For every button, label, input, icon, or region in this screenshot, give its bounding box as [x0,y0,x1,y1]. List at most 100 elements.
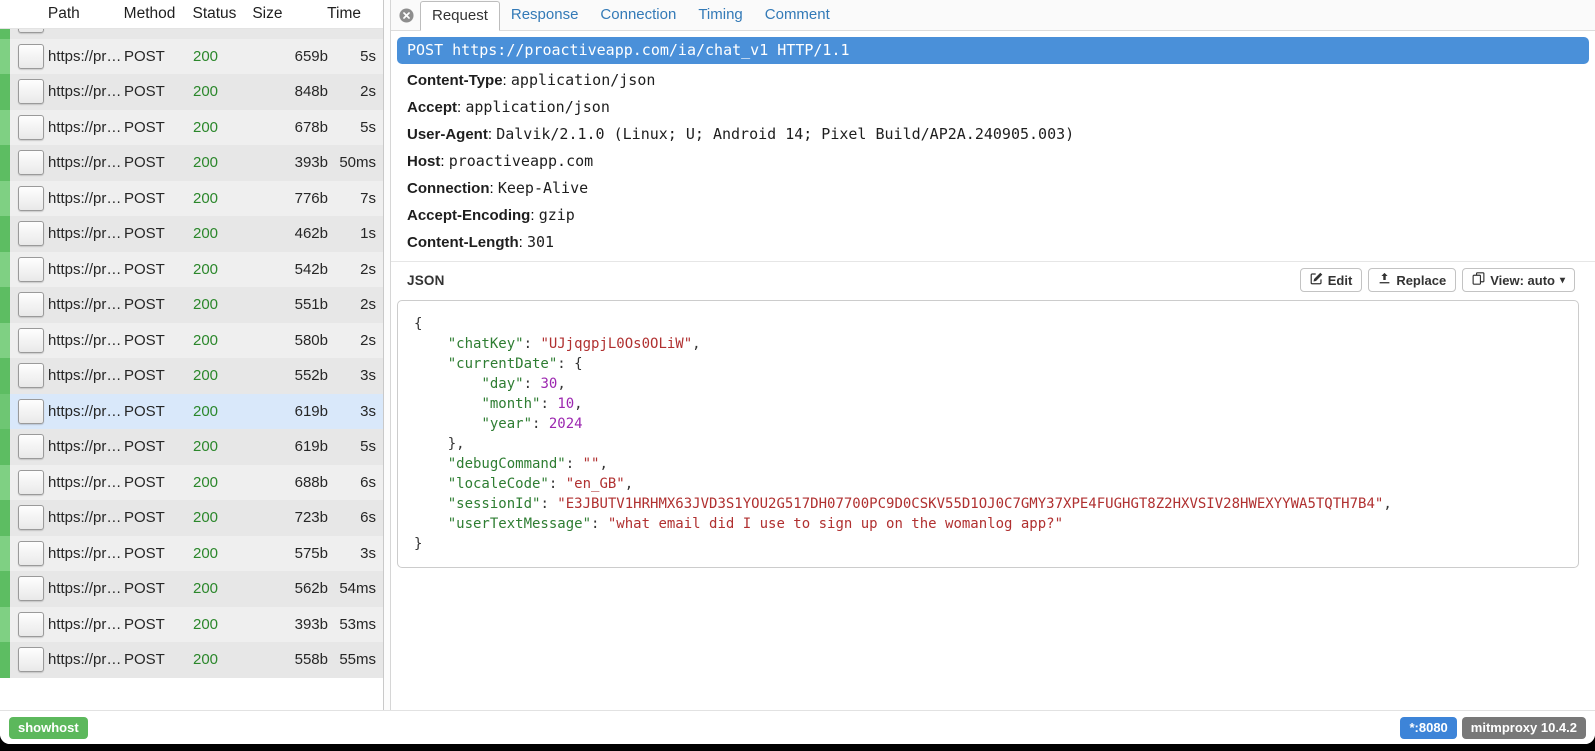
request-first-line[interactable]: POST https://proactiveapp.com/ia/chat_v1… [397,37,1589,64]
flow-row[interactable]: https://pr…POST200551b2s [0,287,383,323]
request-headers: Content-Type: application/jsonAccept: ap… [397,67,1589,256]
flow-row[interactable]: https://pr…POST200542b2s [0,252,383,288]
tab-request[interactable]: Request [420,1,500,31]
panel-divider[interactable] [384,0,391,710]
flow-method: POST [124,119,193,136]
flow-path: https://pr… [48,296,124,313]
json-punct: : [532,416,549,432]
flow-row[interactable]: https://pr…POST200580b2s [0,323,383,359]
flow-time: 2s [328,261,383,278]
flow-list-panel: Path Method Status Size Time https://pr…… [0,0,384,710]
flow-row[interactable]: https://pr…POST200848b2s [0,74,383,110]
flow-type-icon [18,44,44,69]
flow-path: https://pr… [48,438,124,455]
flow-row[interactable]: https://pr…POST200552b3s [0,358,383,394]
column-header-status[interactable]: Status [192,5,250,23]
json-number: 30 [540,376,557,392]
edit-icon [1310,272,1323,288]
header-line: User-Agent: Dalvik/2.1.0 (Linux; U; Andr… [397,121,1589,148]
flow-marker [0,181,10,217]
close-detail-button[interactable] [399,8,414,23]
flow-path: https://pr… [48,190,124,207]
flow-row[interactable]: https://pr…POST200393b53ms [0,607,383,643]
flow-icon-cell [10,399,48,424]
view-button[interactable]: View: auto ▾ [1462,268,1575,292]
json-punct [414,356,448,372]
flow-marker [0,465,10,501]
flow-status: 200 [193,83,251,100]
flow-marker [0,642,10,678]
column-header-size[interactable]: Size [250,5,327,23]
flow-time: 5s [328,438,383,455]
flow-method: POST [124,296,193,313]
header-value: application/json [511,71,656,89]
flow-icon-cell [10,363,48,388]
detail-tab-bar: RequestResponseConnectionTimingComment [391,0,1595,31]
flow-row[interactable]: https://pr…POST200575b3s [0,536,383,572]
flow-detail-panel: RequestResponseConnectionTimingComment P… [391,0,1595,710]
flow-row[interactable]: https://pr…POST200723b6s [0,500,383,536]
status-badge--8080: *:8080 [1400,717,1456,739]
flow-icon-cell [10,292,48,317]
flow-method: POST [124,651,193,668]
flow-marker [0,607,10,643]
flow-row[interactable]: https://pr…POST200562b54ms [0,571,383,607]
flow-path: https://pr… [48,474,124,491]
flow-row[interactable]: https://pr…POST200619b3s [0,394,383,430]
flow-type-icon [18,257,44,282]
flow-row[interactable]: https://pr…POST200393b50ms [0,145,383,181]
tab-response[interactable]: Response [500,1,590,30]
flow-time: 54ms [328,580,383,597]
flow-row[interactable]: https://pr…POST200776b7s [0,181,383,217]
flow-status: 200 [193,616,251,633]
flow-marker [0,571,10,607]
replace-button[interactable]: Replace [1368,268,1456,292]
json-punct: : [540,496,557,512]
json-line: "year": 2024 [414,414,1562,434]
flow-status: 200 [193,154,251,171]
tab-timing[interactable]: Timing [687,1,753,30]
json-key: "userTextMessage" [448,516,591,532]
column-header-time[interactable]: Time [327,5,383,23]
flow-icon-cell [10,221,48,246]
tab-connection[interactable]: Connection [589,1,687,30]
request-body-box[interactable]: { "chatKey": "UJjqgpjL0Os0OLiW", "curren… [397,300,1579,568]
flow-row[interactable]: https://pr…POST200619b5s [0,429,383,465]
json-line: "currentDate": { [414,354,1562,374]
flow-time: 2s [328,332,383,349]
flow-row[interactable]: https://pr…POST200688b6s [0,465,383,501]
flow-size: 776b [251,190,328,207]
column-header-method[interactable]: Method [124,5,193,23]
flow-method: POST [124,48,193,65]
edit-button[interactable]: Edit [1300,268,1363,292]
flow-method: POST [124,509,193,526]
json-key: "month" [481,396,540,412]
flow-marker [0,394,10,430]
header-colon: : [440,153,448,170]
json-punct: : [549,476,566,492]
flow-type-icon [18,29,44,33]
flow-type-icon [18,647,44,672]
flow-icon-cell [10,434,48,459]
flow-method: POST [124,225,193,242]
json-punct: , [692,336,700,352]
flow-row[interactable]: https://pr…POST200462b1s [0,216,383,252]
flow-time: 3s [328,367,383,384]
tab-comment[interactable]: Comment [754,1,841,30]
flow-status: 200 [193,651,251,668]
flow-size: 678b [251,119,328,136]
json-punct: , [625,476,633,492]
flow-row[interactable]: https://pr…POST200659b5s [0,39,383,75]
flow-type-icon [18,328,44,353]
flow-type-icon [18,470,44,495]
flow-path: https://pr… [48,261,124,278]
column-header-path[interactable]: Path [48,5,124,23]
flow-icon-cell [10,576,48,601]
flow-method: POST [124,403,193,420]
flow-method: POST [124,190,193,207]
flow-row[interactable]: https://pr…POST200660b6s [0,29,383,39]
flow-icon-cell [10,44,48,69]
json-string: "E3JBUTV1HRHMX63JVD3S1YOU2G517DH07700PC9… [557,496,1383,512]
flow-row[interactable]: https://pr…POST200558b55ms [0,642,383,678]
flow-row[interactable]: https://pr…POST200678b5s [0,110,383,146]
